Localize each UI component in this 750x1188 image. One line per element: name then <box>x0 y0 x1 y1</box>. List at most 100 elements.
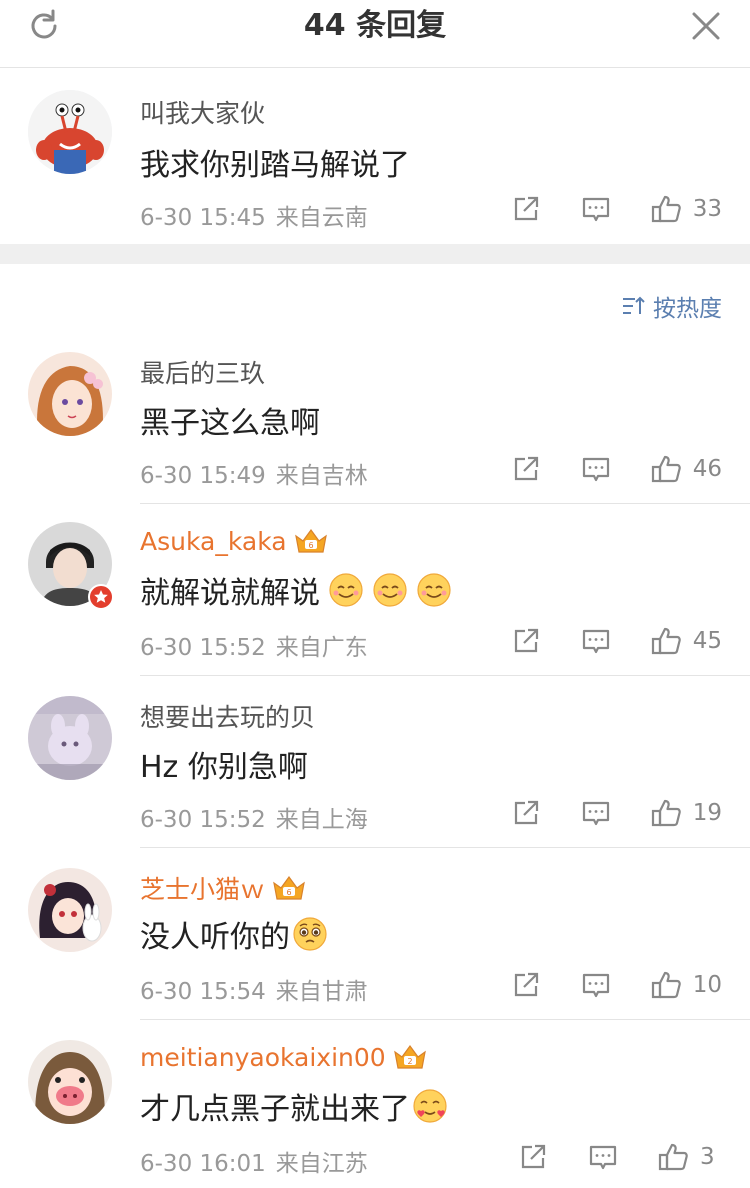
reply-actions: 46 <box>511 454 722 484</box>
reply-text: 才几点黑子就出来了 <box>140 1084 448 1128</box>
pleading-emoji <box>293 917 327 951</box>
reply-username[interactable]: 想要出去玩的贝 <box>140 698 315 734</box>
reply-location: 来自江苏 <box>275 1151 368 1177</box>
avatar[interactable] <box>28 352 112 436</box>
main-comment: 叫我大家伙 我求你别踏马解说了 6-30 15:45 来自云南 33 <box>0 68 750 244</box>
reply-text: 黑子这么急啊 <box>140 406 320 441</box>
comment-meta: 6-30 15:45 来自云南 <box>140 198 368 232</box>
star-icon <box>94 590 108 603</box>
love-emoji <box>413 1089 447 1123</box>
reply-text: Hz 你别急啊 <box>140 750 308 785</box>
like-icon[interactable] <box>651 194 681 224</box>
smile-emoji <box>417 573 451 607</box>
reply-text-content: 就解说就解说 <box>140 576 320 611</box>
like-count: 46 <box>692 456 722 482</box>
comment-location: 来自云南 <box>275 205 368 231</box>
reply-item: meitianyaokaixin00 2 才几点黑子就出来了 6-30 16:0… <box>0 1020 750 1188</box>
like-count: 10 <box>692 972 722 998</box>
vip-crown-icon: 6 <box>294 528 327 553</box>
avatar-image <box>28 868 112 952</box>
like-icon[interactable] <box>651 798 681 828</box>
reply-text-content: 没人听你的 <box>140 920 290 955</box>
reply-item: 最后的三玖 黑子这么急啊 6-30 15:49 来自吉林 46 <box>0 340 750 504</box>
vip-crown-icon: 6 <box>273 875 305 900</box>
reply-actions: 45 <box>511 626 722 656</box>
reply-icon[interactable] <box>588 1142 618 1172</box>
svg-text:6: 6 <box>308 541 313 550</box>
page-title: 44 条回复 <box>303 8 447 43</box>
close-icon[interactable] <box>690 10 722 42</box>
sort-label: 按热度 <box>653 296 722 322</box>
reply-actions: 10 <box>511 970 722 1000</box>
like-icon[interactable] <box>658 1142 688 1172</box>
share-icon[interactable] <box>511 970 541 1000</box>
reply-location: 来自吉林 <box>275 463 368 489</box>
avatar-image <box>28 1040 112 1124</box>
reply-username-text: 芝士小猫ｗ <box>140 875 266 904</box>
reply-icon[interactable] <box>581 970 611 1000</box>
like-icon[interactable] <box>651 626 681 656</box>
reply-text: 没人听你的 <box>140 912 328 956</box>
like-count: 33 <box>692 196 722 222</box>
reply-icon[interactable] <box>581 194 611 224</box>
reply-location: 来自甘肃 <box>275 979 368 1005</box>
header-bar: 44 条回复 <box>0 0 750 68</box>
comment-text: 我求你别踏马解说了 <box>140 148 410 183</box>
avatar-image <box>28 352 112 436</box>
smile-emoji <box>329 573 363 607</box>
reply-date: 6-30 15:49 <box>140 463 266 489</box>
avatar[interactable] <box>28 90 112 174</box>
comment-actions: 33 <box>511 194 722 224</box>
avatar[interactable] <box>28 1040 112 1124</box>
reply-meta: 6-30 15:52 来自广东 <box>140 628 368 662</box>
share-icon[interactable] <box>518 1142 548 1172</box>
section-divider <box>0 244 750 264</box>
like-count: 19 <box>692 800 722 826</box>
reply-text: 就解说就解说 <box>140 568 452 612</box>
reply-item: Asuka_kaka 6 就解说就解说 6-30 15:52 来自广东 45 <box>0 504 750 676</box>
reply-meta: 6-30 15:54 来自甘肃 <box>140 972 368 1006</box>
reply-username[interactable]: meitianyaokaixin00 2 <box>140 1042 428 1072</box>
verified-badge <box>88 584 114 610</box>
like-count: 45 <box>692 628 722 654</box>
reply-date: 6-30 15:52 <box>140 807 266 833</box>
comment-date: 6-30 15:45 <box>140 205 266 231</box>
reply-meta: 6-30 16:01 来自江苏 <box>140 1144 368 1178</box>
vip-crown-icon: 2 <box>393 1044 426 1069</box>
share-icon[interactable] <box>511 626 541 656</box>
like-icon[interactable] <box>651 454 681 484</box>
comment-username[interactable]: 叫我大家伙 <box>140 94 265 130</box>
avatar[interactable] <box>28 868 112 952</box>
reply-username-text: Asuka_kaka <box>140 526 287 556</box>
reply-username[interactable]: Asuka_kaka 6 <box>140 526 329 556</box>
reply-actions: 3 <box>518 1142 722 1172</box>
reply-icon[interactable] <box>581 626 611 656</box>
sort-toggle[interactable]: 按热度 <box>621 288 722 324</box>
reply-username[interactable]: 芝士小猫ｗ 6 <box>140 870 307 906</box>
reply-location: 来自上海 <box>275 807 368 833</box>
svg-text:6: 6 <box>286 888 291 897</box>
reply-text-content: 才几点黑子就出来了 <box>140 1092 410 1127</box>
avatar-image <box>28 696 112 780</box>
reply-date: 6-30 16:01 <box>140 1151 266 1177</box>
reply-username-text: meitianyaokaixin00 <box>140 1042 386 1072</box>
reply-item: 想要出去玩的贝 Hz 你别急啊 6-30 15:52 来自上海 19 <box>0 676 750 848</box>
reply-icon[interactable] <box>581 798 611 828</box>
like-icon[interactable] <box>651 970 681 1000</box>
share-icon[interactable] <box>511 798 541 828</box>
avatar[interactable] <box>28 696 112 780</box>
svg-text:2: 2 <box>407 1057 412 1066</box>
share-icon[interactable] <box>511 454 541 484</box>
avatar-image <box>28 90 112 174</box>
reply-date: 6-30 15:54 <box>140 979 266 1005</box>
reply-date: 6-30 15:52 <box>140 635 266 661</box>
reply-item: 芝士小猫ｗ 6 没人听你的 6-30 15:54 来自甘肃 10 <box>0 848 750 1020</box>
reply-username[interactable]: 最后的三玖 <box>140 354 265 390</box>
reply-icon[interactable] <box>581 454 611 484</box>
reply-meta: 6-30 15:49 来自吉林 <box>140 456 368 490</box>
share-icon[interactable] <box>511 194 541 224</box>
sort-icon <box>623 296 645 314</box>
reply-location: 来自广东 <box>275 635 368 661</box>
smile-emoji <box>373 573 407 607</box>
reply-meta: 6-30 15:52 来自上海 <box>140 800 368 834</box>
